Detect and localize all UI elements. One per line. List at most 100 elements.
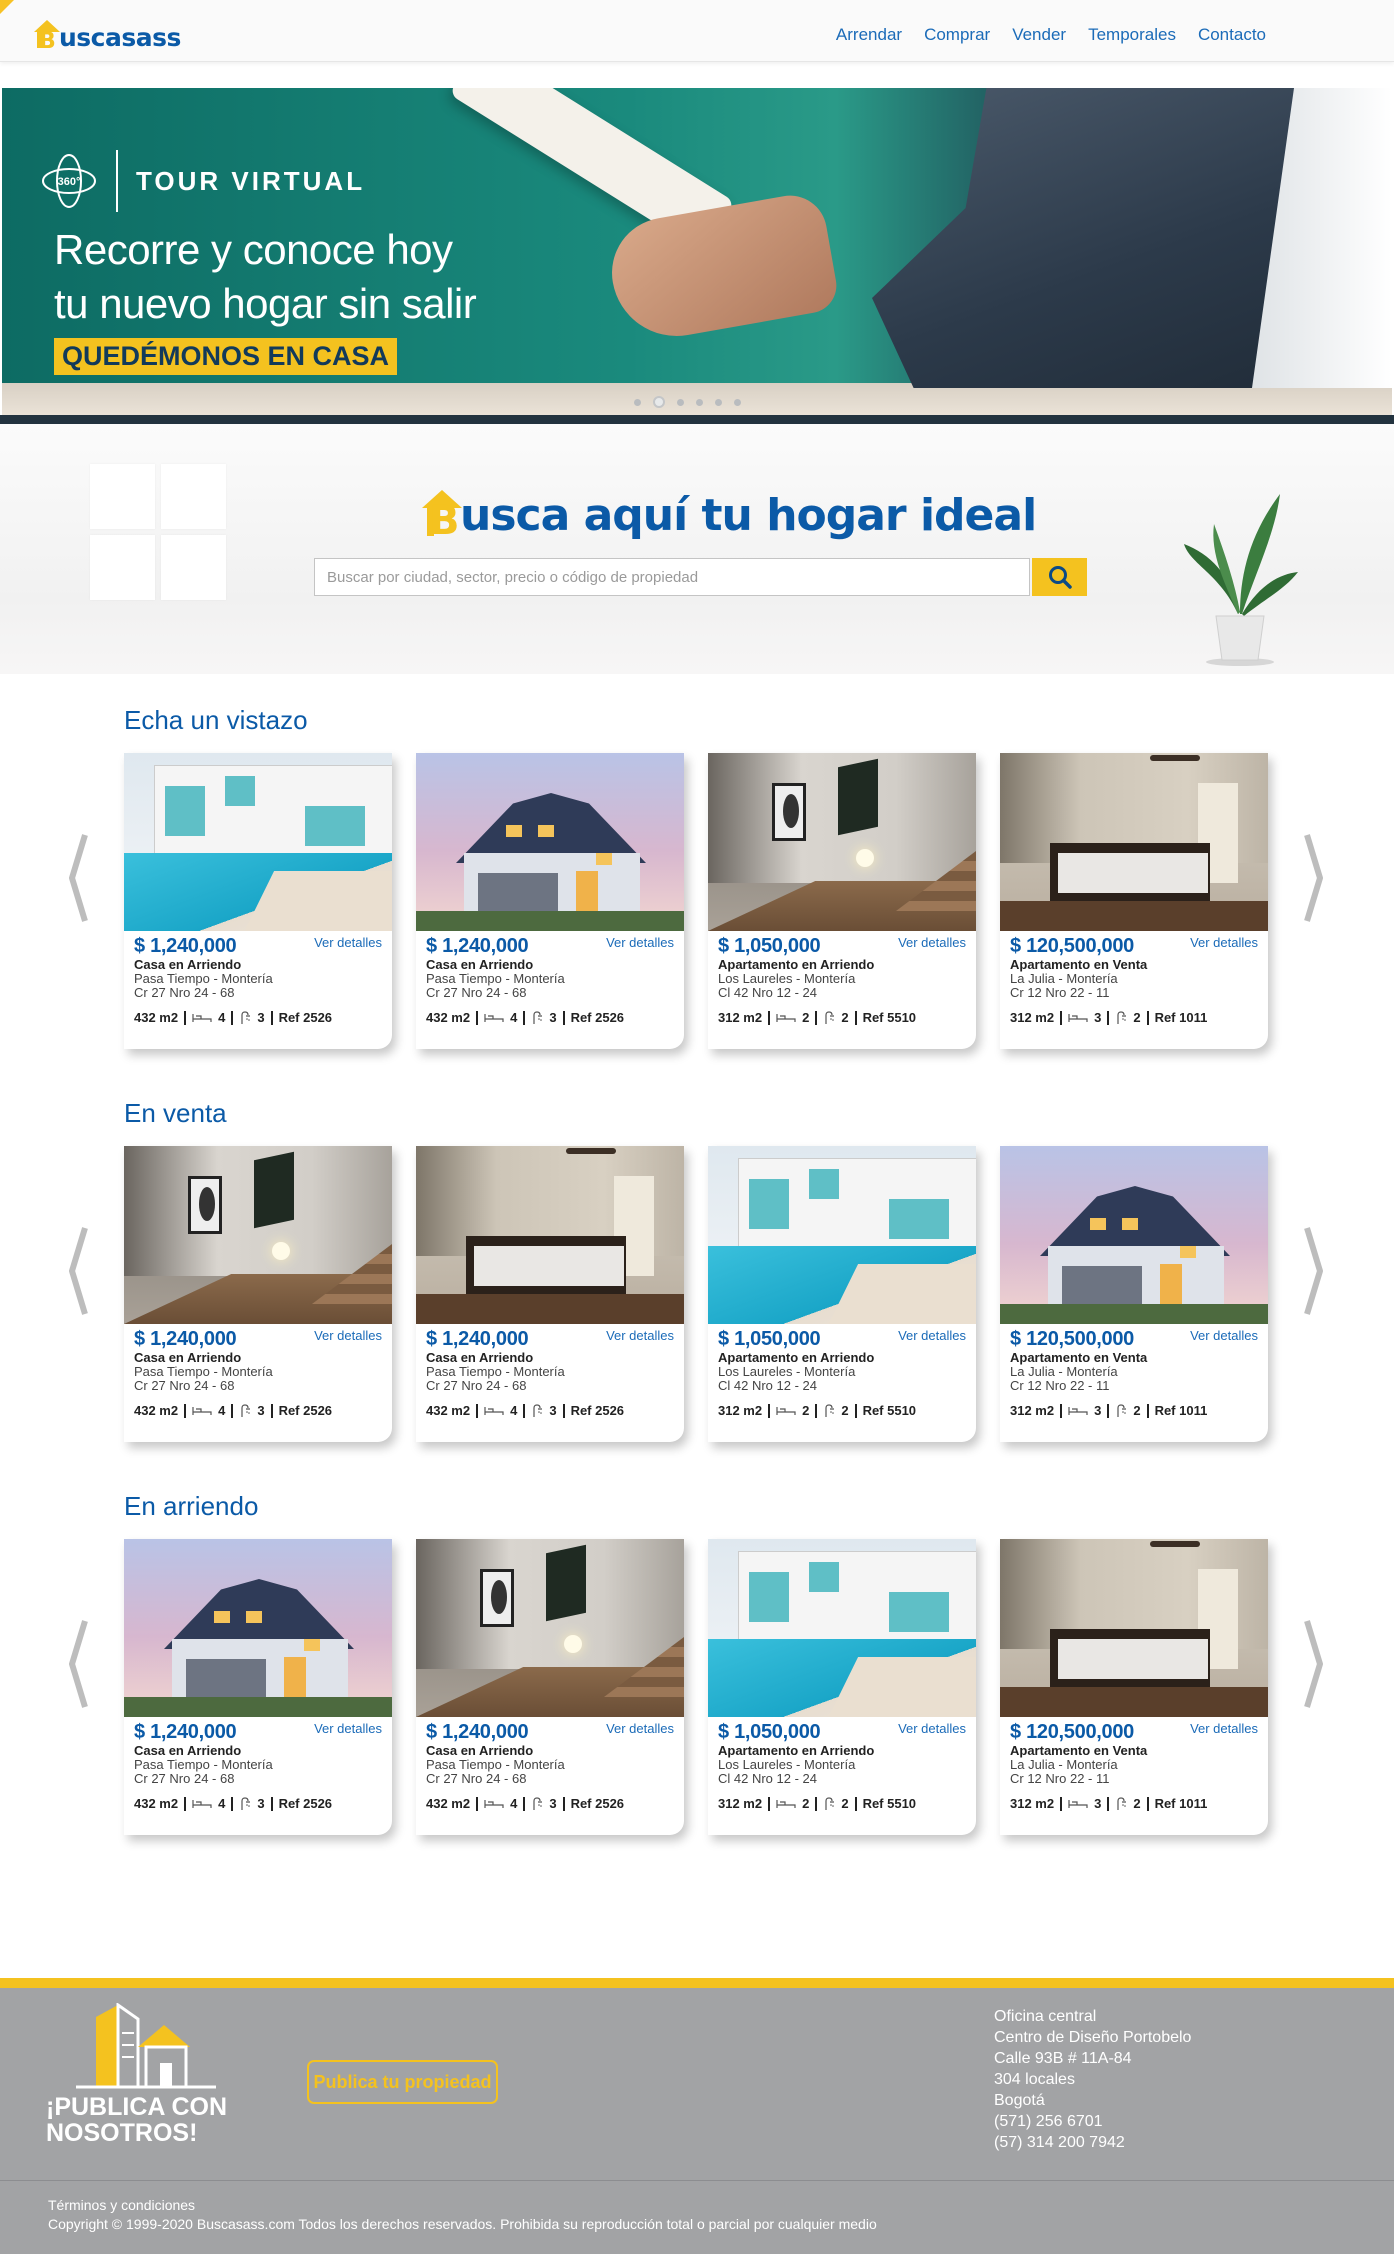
view-details-link[interactable]: Ver detalles: [314, 1328, 382, 1343]
carousel-dot[interactable]: [734, 398, 741, 406]
property-photo[interactable]: [1000, 1146, 1268, 1324]
property-type: Casa en Arriendo: [134, 957, 242, 972]
carousel-prev-arrow-icon[interactable]: [66, 833, 88, 923]
title-house-icon: B: [422, 490, 462, 538]
property-address: Cl 42 Nro 12 - 24: [718, 1378, 817, 1393]
property-type: Apartamento en Venta: [1010, 1743, 1148, 1758]
property-bedrooms: 4: [510, 1796, 518, 1811]
property-card[interactable]: Ver detalles $ 1,050,000 Apartamento en Ar…: [708, 1146, 976, 1442]
carousel-prev-arrow-icon[interactable]: [66, 1619, 88, 1709]
view-details-link[interactable]: Ver detalles: [606, 1721, 674, 1736]
property-location: Pasa Tiempo - Montería: [426, 1757, 565, 1772]
carousel-dot[interactable]: [677, 398, 684, 406]
property-card[interactable]: Ver detalles $ 1,240,000 Casa en Arriendo P…: [124, 1146, 392, 1442]
office-phone[interactable]: (571) 256 6701: [994, 2111, 1191, 2132]
property-card[interactable]: Ver detalles $ 120,500,000 Apartamento en …: [1000, 1146, 1268, 1442]
property-card[interactable]: Ver detalles $ 120,500,000 Apartamento en …: [1000, 1539, 1268, 1835]
property-stats: 432 m2 4 3 Ref 2526: [134, 1403, 382, 1418]
bed-icon: [1068, 1013, 1088, 1022]
nav-comprar[interactable]: Comprar: [924, 25, 990, 45]
carousel-dot[interactable]: [715, 398, 722, 406]
property-type: Apartamento en Arriendo: [718, 957, 875, 972]
property-photo[interactable]: [1000, 753, 1268, 931]
view-details-link[interactable]: Ver detalles: [898, 1721, 966, 1736]
stat-divider: [854, 1796, 857, 1811]
property-photo[interactable]: [1000, 1539, 1268, 1717]
bed-icon: [1068, 1406, 1088, 1415]
carousel-next-arrow-icon[interactable]: [1304, 833, 1326, 923]
office-phone[interactable]: (57) 314 200 7942: [994, 2132, 1191, 2153]
carousel-dot[interactable]: [696, 398, 703, 406]
view-details-link[interactable]: Ver detalles: [314, 935, 382, 950]
carousel-next-arrow-icon[interactable]: [1304, 1226, 1326, 1316]
view-details-link[interactable]: Ver detalles: [314, 1721, 382, 1736]
corner-accent: [0, 0, 14, 14]
view-details-link[interactable]: Ver detalles: [1190, 1328, 1258, 1343]
property-stats: 432 m2 4 3 Ref 2526: [426, 1796, 674, 1811]
property-photo[interactable]: [124, 1539, 392, 1717]
property-ref: Ref 5510: [862, 1796, 917, 1811]
view-details-link[interactable]: Ver detalles: [1190, 1721, 1258, 1736]
nav-vender[interactable]: Vender: [1012, 25, 1066, 45]
svg-text:B: B: [429, 498, 460, 538]
terms-link[interactable]: Términos y condiciones: [48, 2196, 877, 2215]
property-card[interactable]: Ver detalles $ 1,240,000 Casa en Arriendo P…: [124, 753, 392, 1049]
property-area: 312 m2: [1010, 1403, 1055, 1418]
view-details-link[interactable]: Ver detalles: [898, 1328, 966, 1343]
property-row: Ver detalles $ 1,240,000 Casa en Arriendo P…: [124, 1146, 1268, 1442]
property-card[interactable]: Ver detalles $ 1,240,000 Casa en Arriendo P…: [416, 753, 684, 1049]
publish-property-button[interactable]: Publica tu propiedad: [307, 2060, 498, 2104]
property-bathrooms: 3: [257, 1010, 265, 1025]
property-card[interactable]: Ver detalles $ 1,050,000 Apartamento en Ar…: [708, 753, 976, 1049]
nav-contacto[interactable]: Contacto: [1198, 25, 1266, 45]
property-card[interactable]: Ver detalles $ 1,240,000 Casa en Arriendo P…: [416, 1146, 684, 1442]
property-stats: 432 m2 4 3 Ref 2526: [134, 1796, 382, 1811]
carousel-dot-active[interactable]: [653, 396, 665, 408]
property-photo[interactable]: [416, 1539, 684, 1717]
property-row: Ver detalles $ 1,240,000 Casa en Arriendo P…: [124, 1539, 1268, 1835]
property-photo[interactable]: [124, 753, 392, 931]
property-bathrooms: 3: [257, 1796, 265, 1811]
property-card[interactable]: Ver detalles $ 1,240,000 Casa en Arriendo P…: [416, 1539, 684, 1835]
property-stats: 312 m2 2 2 Ref 5510: [718, 1010, 966, 1025]
site-logo[interactable]: B uscasass: [32, 14, 181, 50]
property-card[interactable]: Ver detalles $ 1,050,000 Apartamento en Ar…: [708, 1539, 976, 1835]
property-card[interactable]: Ver detalles $ 1,240,000 Casa en Arriendo P…: [124, 1539, 392, 1835]
property-bathrooms: 2: [841, 1796, 849, 1811]
copyright-text: Copyright © 1999-2020 Buscasass.com Todo…: [48, 2216, 877, 2232]
carousel-next-arrow-icon[interactable]: [1304, 1619, 1326, 1709]
view-details-link[interactable]: Ver detalles: [606, 1328, 674, 1343]
property-bedrooms: 3: [1094, 1796, 1102, 1811]
view-details-link[interactable]: Ver detalles: [898, 935, 966, 950]
hero-line-2: tu nuevo hogar sin salir: [54, 280, 477, 327]
search-button[interactable]: [1032, 558, 1087, 596]
view-details-link[interactable]: Ver detalles: [606, 935, 674, 950]
property-location: Los Laureles - Montería: [718, 1757, 856, 1772]
property-photo[interactable]: [708, 753, 976, 931]
search-input[interactable]: [314, 558, 1030, 596]
carousel-dot[interactable]: [634, 398, 641, 406]
search-title: B usca aquí tu hogar ideal: [420, 486, 1037, 538]
property-location: Pasa Tiempo - Montería: [134, 971, 273, 986]
property-photo[interactable]: [416, 753, 684, 931]
property-type: Apartamento en Venta: [1010, 1350, 1148, 1365]
property-area: 312 m2: [1010, 1010, 1055, 1025]
property-photo[interactable]: [708, 1539, 976, 1717]
property-ref: Ref 2526: [278, 1010, 333, 1025]
view-details-link[interactable]: Ver detalles: [1190, 935, 1258, 950]
property-area: 312 m2: [718, 1403, 763, 1418]
shower-icon: [825, 1796, 835, 1810]
property-card[interactable]: Ver detalles $ 120,500,000 Apartamento en …: [1000, 753, 1268, 1049]
svg-text:360°: 360°: [58, 176, 81, 188]
property-ref: Ref 5510: [862, 1403, 917, 1418]
property-bedrooms: 2: [802, 1796, 810, 1811]
hero-banner[interactable]: 360° TOUR VIRTUAL Recorre y conoce hoy t…: [2, 88, 1392, 423]
nav-arrendar[interactable]: Arrendar: [836, 25, 902, 45]
carousel-prev-arrow-icon[interactable]: [66, 1226, 88, 1316]
property-photo[interactable]: [124, 1146, 392, 1324]
svg-text:B: B: [39, 29, 56, 50]
property-bathrooms: 3: [549, 1010, 557, 1025]
property-photo[interactable]: [708, 1146, 976, 1324]
nav-temporales[interactable]: Temporales: [1088, 25, 1176, 45]
property-photo[interactable]: [416, 1146, 684, 1324]
